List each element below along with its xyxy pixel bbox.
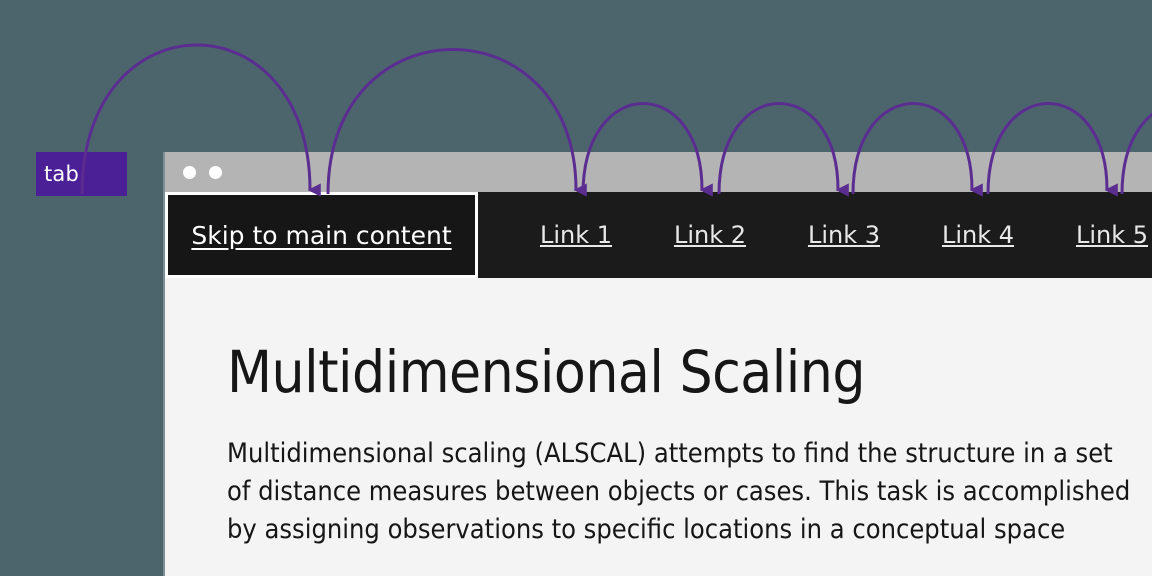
screenshot-stage: tab Skip to main content Link 1 Link 2 L… [0,0,1152,576]
browser-window: Skip to main content Link 1 Link 2 Link … [165,152,1152,576]
page-title: Multidimensional Scaling [227,338,865,406]
skip-to-main-content-link[interactable]: Skip to main content [165,192,478,278]
tab-key-hint-badge: tab [36,152,127,196]
skip-link-label: Skip to main content [191,220,452,250]
window-dot-2-icon[interactable] [209,165,222,179]
nav-link-3[interactable]: Link 3 [777,221,911,249]
page-content: Multidimensional Scaling Multidimensiona… [165,338,1152,549]
site-navigation-bar: Skip to main content Link 1 Link 2 Link … [165,192,1152,278]
nav-link-2[interactable]: Link 2 [643,221,777,249]
page-intro-paragraph: Multidimensional scaling (ALSCAL) attemp… [227,438,1131,545]
nav-link-5[interactable]: Link 5 [1045,221,1152,249]
tab-key-hint-label: tab [44,162,80,186]
window-dot-1-icon[interactable] [183,165,196,179]
browser-chrome-bar [165,152,1152,192]
nav-link-4[interactable]: Link 4 [911,221,1045,249]
nav-link-1[interactable]: Link 1 [509,221,643,249]
nav-links-group: Link 1 Link 2 Link 3 Link 4 Link 5 [478,192,1152,278]
